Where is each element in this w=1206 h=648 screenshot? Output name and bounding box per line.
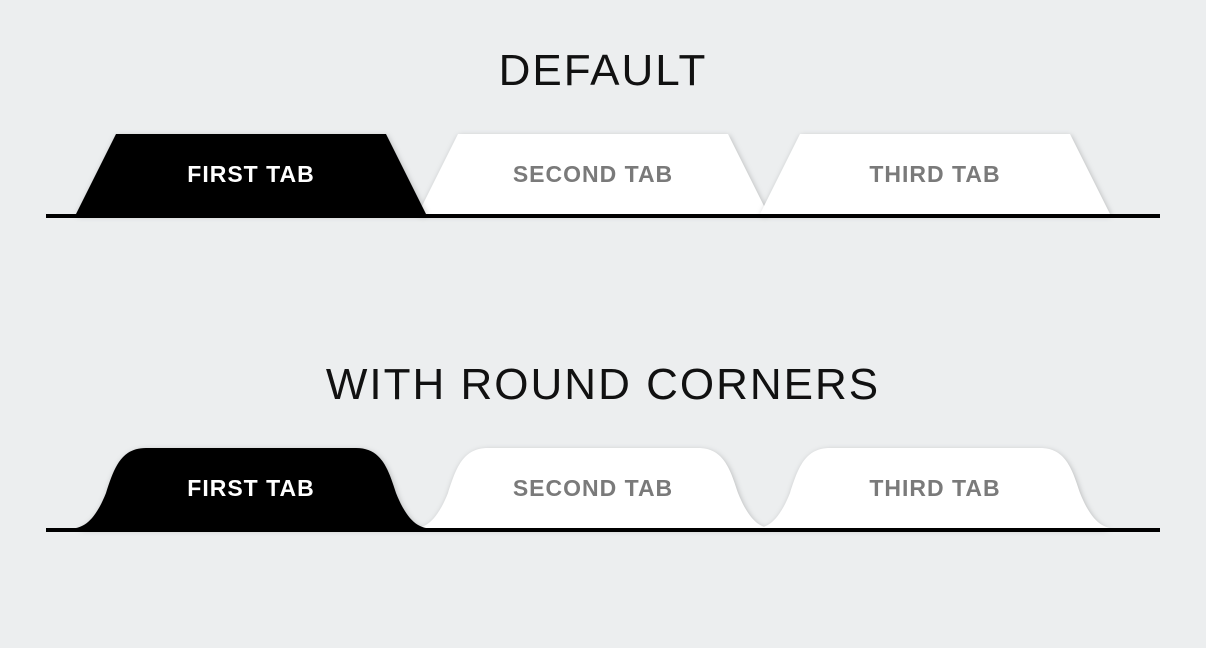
tabs-round: FIRST TAB SECOND TAB THIRD TAB bbox=[76, 448, 1110, 528]
heading-round: WITH ROUND CORNERS bbox=[0, 360, 1206, 410]
tabstrip-default: FIRST TAB SECOND TAB THIRD TAB bbox=[46, 134, 1160, 218]
tab-third[interactable]: THIRD TAB bbox=[760, 448, 1110, 528]
heading-default: DEFAULT bbox=[0, 46, 1206, 96]
tab-label: SECOND TAB bbox=[513, 475, 673, 502]
section-default: DEFAULT FIRST TAB SECOND TAB THIRD TAB bbox=[0, 46, 1206, 218]
tabstrip-baseline bbox=[46, 214, 1160, 218]
tab-label: FIRST TAB bbox=[187, 475, 314, 502]
section-round: WITH ROUND CORNERS FIRST TAB SECOND TAB … bbox=[0, 360, 1206, 532]
tabs-default: FIRST TAB SECOND TAB THIRD TAB bbox=[76, 134, 1110, 214]
tab-second[interactable]: SECOND TAB bbox=[418, 448, 768, 528]
tab-label: THIRD TAB bbox=[869, 161, 1000, 188]
tab-first[interactable]: FIRST TAB bbox=[76, 448, 426, 528]
tab-label: FIRST TAB bbox=[187, 161, 314, 188]
tabstrip-baseline bbox=[46, 528, 1160, 532]
tab-third[interactable]: THIRD TAB bbox=[760, 134, 1110, 214]
tab-first[interactable]: FIRST TAB bbox=[76, 134, 426, 214]
tab-second[interactable]: SECOND TAB bbox=[418, 134, 768, 214]
tabstrip-round: FIRST TAB SECOND TAB THIRD TAB bbox=[46, 448, 1160, 532]
tab-label: SECOND TAB bbox=[513, 161, 673, 188]
tab-label: THIRD TAB bbox=[869, 475, 1000, 502]
